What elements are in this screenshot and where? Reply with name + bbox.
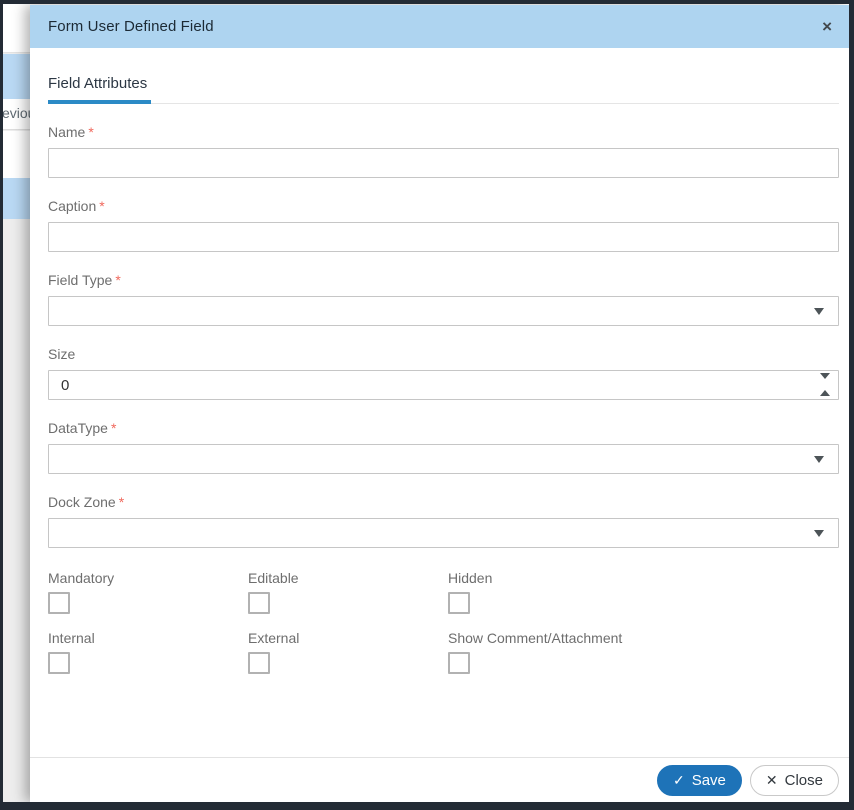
modal-title: Form User Defined Field — [48, 18, 214, 35]
size-label: Size — [48, 346, 839, 362]
required-marker: * — [115, 272, 121, 288]
caption-label-text: Caption — [48, 198, 97, 214]
datatype-group: DataType * — [48, 420, 839, 474]
size-input[interactable] — [48, 370, 839, 400]
show-comment-attachment-label: Show Comment/Attachment — [448, 630, 623, 646]
required-marker: * — [99, 198, 105, 214]
modal-footer: ✓ Save ✕ Close — [30, 757, 849, 802]
modal-header: Form User Defined Field × — [30, 5, 849, 48]
hidden-checkbox[interactable] — [448, 592, 470, 614]
close-icon[interactable]: × — [818, 16, 836, 37]
form-user-defined-field-modal: Form User Defined Field × Field Attribut… — [30, 5, 849, 802]
chevron-down-icon — [814, 529, 824, 537]
chevron-down-icon — [814, 455, 824, 463]
internal-label: Internal — [48, 630, 95, 646]
hidden-checkbox-cell: Hidden — [448, 570, 839, 614]
editable-checkbox-cell: Editable — [248, 570, 448, 614]
dock-zone-select[interactable] — [48, 518, 839, 548]
datatype-select[interactable] — [48, 444, 839, 474]
editable-label: Editable — [248, 570, 299, 586]
size-number-wrap — [48, 370, 839, 400]
show-comment-attachment-checkbox-cell: Show Comment/Attachment — [448, 630, 839, 674]
mandatory-checkbox[interactable] — [48, 592, 70, 614]
tab-bar: Field Attributes — [48, 75, 839, 104]
dock-zone-label-text: Dock Zone — [48, 494, 116, 510]
close-button-label: Close — [784, 771, 823, 789]
datatype-label: DataType * — [48, 420, 839, 436]
save-button-label: Save — [691, 771, 726, 789]
background-row — [3, 4, 33, 53]
name-field-group: Name * — [48, 124, 839, 178]
external-checkbox-cell: External — [248, 630, 448, 674]
close-button[interactable]: ✕ Close — [749, 764, 839, 796]
show-comment-attachment-checkbox[interactable] — [448, 652, 470, 674]
caption-field-group: Caption * — [48, 198, 839, 252]
screen: eviou Form User Defined Field × Field At… — [0, 0, 854, 810]
name-label-text: Name — [48, 124, 86, 140]
background-text-fragment: eviou — [3, 105, 33, 121]
dock-zone-label: Dock Zone * — [48, 494, 839, 510]
hidden-label: Hidden — [448, 570, 493, 586]
required-marker: * — [110, 420, 117, 436]
external-checkbox[interactable] — [248, 652, 270, 674]
internal-checkbox[interactable] — [48, 652, 70, 674]
field-type-label: Field Type * — [48, 272, 839, 288]
background-row: eviou — [3, 99, 33, 130]
editable-checkbox[interactable] — [248, 592, 270, 614]
caption-label: Caption * — [48, 198, 839, 214]
background-row — [3, 131, 33, 178]
check-icon: ✓ — [672, 772, 685, 788]
size-label-text: Size — [48, 346, 76, 362]
mandatory-label: Mandatory — [48, 570, 115, 586]
field-type-label-text: Field Type — [48, 272, 113, 288]
background-row-highlighted — [3, 54, 33, 99]
tab-field-attributes[interactable]: Field Attributes — [48, 75, 152, 104]
required-marker: * — [118, 494, 125, 510]
field-type-group: Field Type * — [48, 272, 839, 326]
size-field-group: Size — [48, 346, 839, 400]
external-label: External — [248, 630, 300, 646]
background-row-highlighted — [3, 178, 33, 219]
name-input[interactable] — [48, 148, 839, 178]
caption-input[interactable] — [48, 222, 839, 252]
checkbox-grid: Mandatory Editable Hidden Internal Exter… — [48, 570, 839, 674]
save-button[interactable]: ✓ Save — [656, 764, 742, 796]
name-label: Name * — [48, 124, 839, 140]
internal-checkbox-cell: Internal — [48, 630, 248, 674]
dock-zone-group: Dock Zone * — [48, 494, 839, 548]
field-type-select[interactable] — [48, 296, 839, 326]
chevron-down-icon — [814, 307, 824, 315]
x-icon: ✕ — [765, 772, 778, 788]
datatype-label-text: DataType — [48, 420, 108, 436]
modal-body: Field Attributes Name * Caption * Field Ty… — [30, 48, 849, 757]
quantity-stepper — [820, 370, 830, 400]
mandatory-checkbox-cell: Mandatory — [48, 570, 248, 614]
page-background: eviou — [3, 4, 33, 802]
required-marker: * — [88, 124, 94, 140]
